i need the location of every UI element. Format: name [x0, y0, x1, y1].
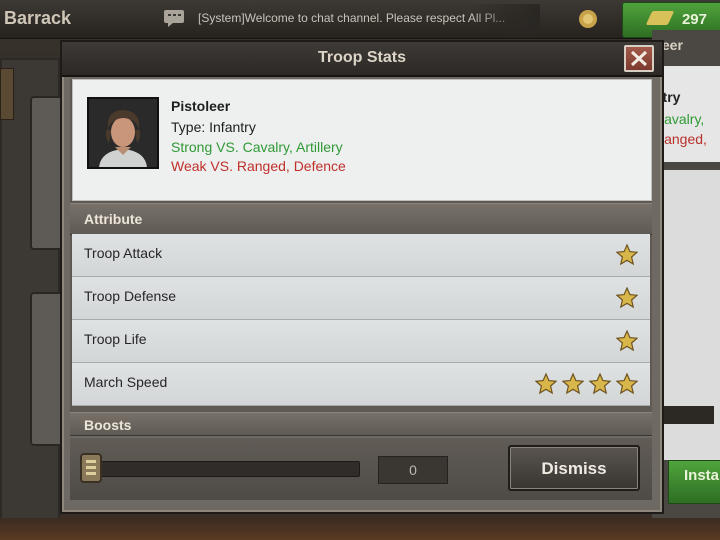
unit-strong-against: Strong VS. Cavalry, Artillery [171, 139, 343, 155]
chat-message[interactable]: [System]Welcome to chat channel. Please … [198, 11, 505, 25]
star-rating [616, 287, 638, 309]
unit-portrait [87, 97, 159, 169]
attribute-label: Troop Life [84, 331, 147, 347]
portrait-image [89, 99, 157, 167]
attribute-row: Troop Attack [72, 234, 650, 277]
troop-slot[interactable] [30, 96, 64, 250]
boosts-header-label: Boosts [84, 417, 132, 433]
gold-coin-icon [579, 10, 597, 28]
left-tab[interactable] [0, 68, 14, 120]
attribute-row: March Speed [72, 363, 650, 406]
troop-stats-dialog: Troop Stats Pistoleer Type: Infantry Str… [60, 40, 664, 514]
star-icon [616, 330, 638, 352]
attribute-label: Troop Defense [84, 288, 177, 304]
bottom-strip [0, 518, 720, 540]
attribute-label: March Speed [84, 374, 168, 390]
screen-title: Barrack [4, 8, 72, 28]
star-icon [616, 244, 638, 266]
star-rating [616, 244, 638, 266]
boosts-section-header: Boosts [70, 412, 652, 436]
dialog-title: Troop Stats [317, 49, 406, 66]
star-icon [589, 373, 611, 395]
top-bar: Barrack [System]Welcome to chat channel.… [0, 0, 720, 39]
star-icon [562, 373, 584, 395]
attribute-header-label: Attribute [84, 211, 143, 227]
star-icon [535, 373, 557, 395]
attribute-row: Troop Life [72, 320, 650, 363]
troop-slot[interactable] [30, 292, 64, 446]
dialog-header: Troop Stats [62, 42, 662, 77]
star-icon [616, 287, 638, 309]
chat-bubble-icon[interactable] [163, 9, 185, 27]
unit-type: Type: Infantry [171, 119, 256, 135]
close-button[interactable] [624, 45, 654, 72]
quantity-input[interactable]: 0 [378, 456, 448, 484]
dismiss-bar: 0 Dismiss [70, 438, 652, 500]
gold-amount: 297 [681, 11, 707, 28]
unit-weak-against: Weak VS. Ranged, Defence [171, 158, 346, 174]
unit-name: Pistoleer [171, 98, 231, 114]
instant-button-label: Insta [684, 467, 720, 484]
gem-icon [645, 11, 675, 25]
dialog-body: Pistoleer Type: Infantry Strong VS. Cava… [70, 79, 652, 436]
slider-handle-icon[interactable] [78, 452, 104, 484]
close-icon [630, 50, 648, 67]
attribute-section-header: Attribute [70, 203, 652, 235]
dismiss-button[interactable]: Dismiss [508, 445, 640, 491]
star-rating [535, 373, 638, 395]
unit-card: Pistoleer Type: Infantry Strong VS. Cava… [72, 79, 652, 201]
attribute-row: Troop Defense [72, 277, 650, 320]
attribute-label: Troop Attack [84, 245, 163, 261]
star-rating [616, 330, 638, 352]
quantity-slider[interactable] [98, 461, 360, 477]
star-icon [616, 373, 638, 395]
chat-fade [470, 4, 540, 34]
